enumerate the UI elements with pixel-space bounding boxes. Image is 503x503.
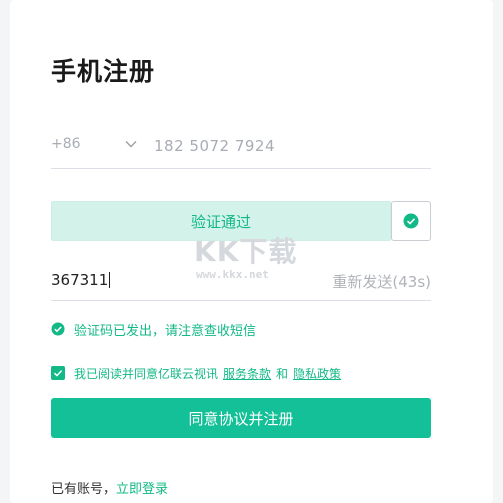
login-prompt: 已有账号，立即登录 [51,478,168,497]
sms-sent-message: 验证码已发出，请注意查收短信 [51,320,257,339]
login-link[interactable]: 立即登录 [116,482,168,497]
resend-code-button[interactable]: 重新发送(43s) [332,271,431,292]
chevron-down-icon[interactable] [124,137,138,151]
sms-code-input[interactable]: 367311 [51,271,111,289]
agreement-prefix: 我已阅读并同意亿联云视讯 [74,366,219,381]
check-circle-icon [403,213,419,229]
agreement-and: 和 [276,366,289,381]
text-caret [109,272,111,288]
phone-input-row: +86 182 5072 7924 [51,128,431,169]
checkmark-icon [53,370,63,377]
agreement-row: 我已阅读并同意亿联云视讯 服务条款 和 隐私政策 [51,364,341,382]
agreement-checkbox[interactable] [51,366,65,380]
privacy-link[interactable]: 隐私政策 [293,365,341,382]
has-account-text: 已有账号， [51,482,117,497]
captcha-status-text: 验证通过 [190,212,251,231]
check-circle-icon [51,322,65,336]
captcha-verify-bar[interactable]: 验证通过 [51,201,391,241]
captcha-check-button[interactable] [391,201,431,241]
page-title: 手机注册 [51,57,156,86]
terms-link[interactable]: 服务条款 [223,365,271,382]
phone-number-input[interactable]: 182 5072 7924 [154,137,275,155]
sms-code-row: 367311 重新发送(43s) [51,262,431,301]
sms-sent-text: 验证码已发出，请注意查收短信 [74,323,257,339]
sms-code-value: 367311 [51,271,109,289]
country-code-select[interactable]: +86 [51,136,81,152]
agree-and-register-button[interactable]: 同意协议并注册 [51,398,431,438]
